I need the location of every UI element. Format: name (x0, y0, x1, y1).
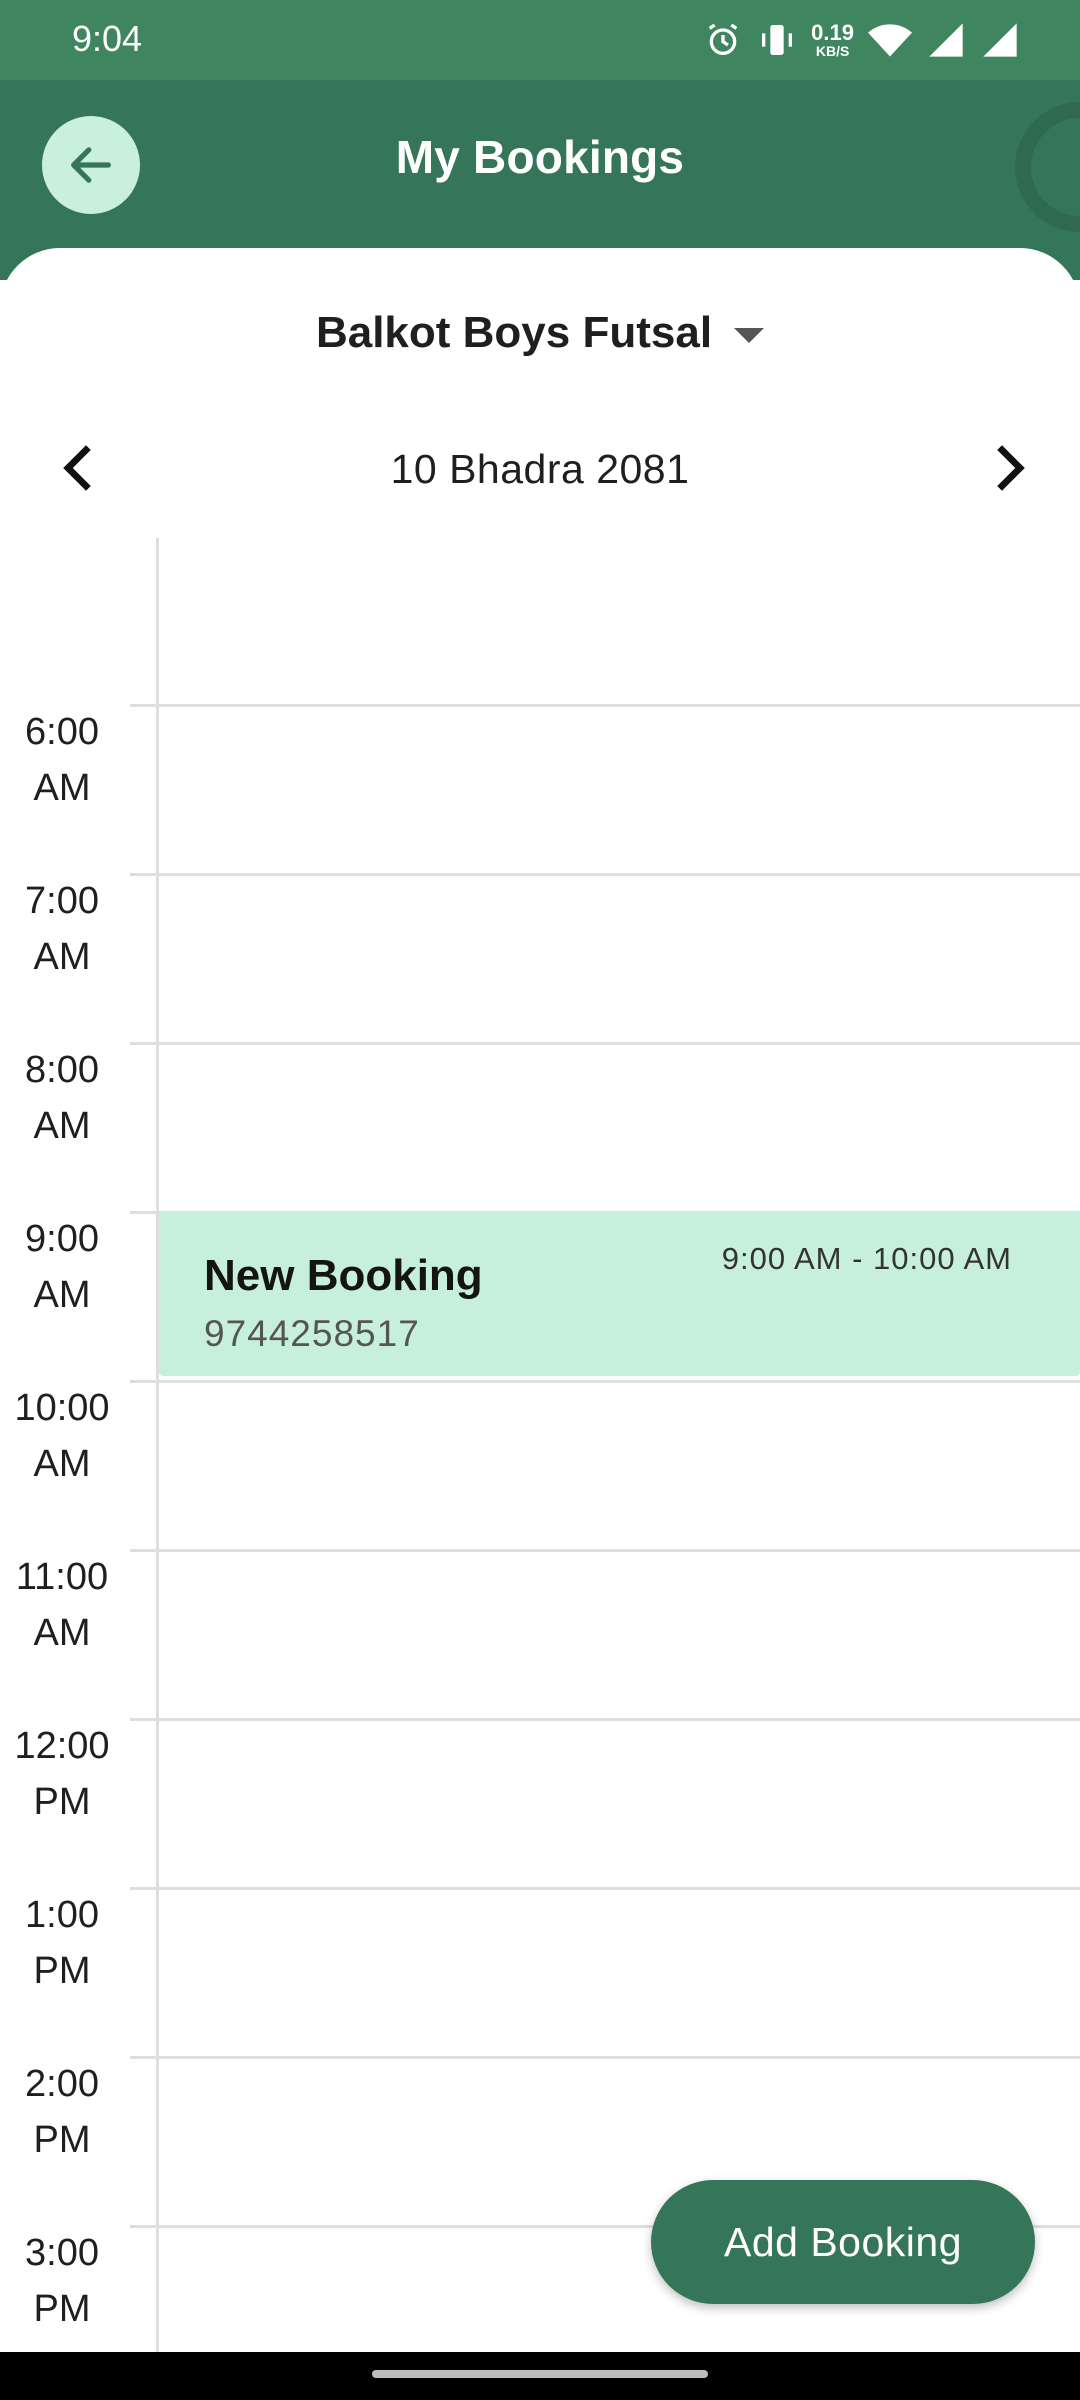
hour-line (130, 1718, 1080, 1721)
hour-time: 6:00 (25, 711, 99, 753)
status-bar: 9:04 0.19 KB/S (0, 0, 1080, 80)
home-indicator[interactable] (372, 2370, 708, 2378)
hour-period: PM (33, 1781, 91, 1823)
hour-label-3pm: 3:00 PM (0, 2225, 124, 2337)
caret-down-icon (734, 327, 765, 343)
day-timeline[interactable]: 6:00 AM 7:00 AM 8:00 AM 9:00 AM 10:00 AM… (0, 538, 1080, 2352)
hour-label-6am: 6:00 AM (0, 704, 124, 816)
hour-label-1pm: 1:00 PM (0, 1887, 124, 1999)
hour-period: AM (33, 1612, 91, 1654)
next-day-button[interactable] (980, 438, 1040, 498)
hour-time: 2:00 (25, 2063, 99, 2105)
booking-title: New Booking (204, 1251, 483, 1300)
hour-time: 12:00 (14, 1725, 110, 1767)
timeline-axis (156, 538, 159, 2352)
venue-name: Balkot Boys Futsal (315, 308, 713, 357)
hour-line (130, 2056, 1080, 2059)
hour-time: 8:00 (25, 1049, 99, 1091)
status-icons: 0.19 KB/S (703, 14, 1020, 66)
hour-line (130, 1549, 1080, 1552)
hour-period: PM (33, 2119, 91, 2161)
hour-period: PM (33, 1950, 91, 1992)
booking-time-range: 9:00 AM - 10:00 AM (721, 1241, 1012, 1276)
date-navigator: 10 Bhadra 2081 (0, 428, 1080, 508)
hour-line (130, 1380, 1080, 1383)
booking-event[interactable]: New Booking 9744258517 9:00 AM - 10:00 A… (159, 1211, 1080, 1376)
hour-period: AM (33, 767, 91, 809)
hour-label-7am: 7:00 AM (0, 873, 124, 985)
hour-label-2pm: 2:00 PM (0, 2056, 124, 2168)
add-booking-button[interactable]: Add Booking (651, 2180, 1035, 2304)
network-speed-value: 0.19 (811, 20, 854, 45)
hour-time: 11:00 (15, 1556, 109, 1598)
hour-line (130, 873, 1080, 876)
signal-icon (929, 23, 963, 57)
hour-time: 9:00 (25, 1218, 99, 1260)
hour-label-12pm: 12:00 PM (0, 1718, 124, 1830)
hour-period: PM (33, 2288, 91, 2330)
bookings-content: Balkot Boys Futsal 10 Bhadra 2081 6:00 A… (0, 248, 1080, 2352)
hour-period: AM (33, 936, 91, 978)
hour-label-11am: 11:00 AM (0, 1549, 124, 1661)
hour-label-8am: 8:00 AM (0, 1042, 124, 1154)
hour-line (130, 1042, 1080, 1045)
network-speed-unit: KB/S (815, 43, 850, 59)
hour-line (130, 1887, 1080, 1890)
status-time: 9:04 (72, 18, 143, 59)
page-title: My Bookings (395, 131, 685, 183)
hour-time: 1:00 (25, 1894, 99, 1936)
hour-time: 3:00 (25, 2232, 99, 2274)
alarm-icon (708, 23, 738, 56)
chevron-right-icon (997, 445, 1025, 491)
hour-label-9am: 9:00 AM (0, 1211, 124, 1323)
header-decoration (1015, 102, 1080, 232)
hour-period: AM (33, 1274, 91, 1316)
hour-period: AM (33, 1443, 91, 1485)
hour-label-10am: 10:00 AM (0, 1380, 124, 1492)
booking-phone: 9744258517 (204, 1313, 420, 1354)
network-speed: 0.19 KB/S (811, 20, 854, 59)
signal-icon-2 (983, 23, 1017, 57)
hour-line (130, 704, 1080, 707)
wifi-icon (868, 24, 912, 57)
vibrate-icon (762, 25, 793, 55)
current-date: 10 Bhadra 2081 (390, 446, 690, 492)
venue-dropdown[interactable]: Balkot Boys Futsal (0, 298, 1080, 368)
hour-period: AM (33, 1105, 91, 1147)
hour-time: 7:00 (25, 880, 99, 922)
hour-time: 10:00 (14, 1387, 110, 1429)
